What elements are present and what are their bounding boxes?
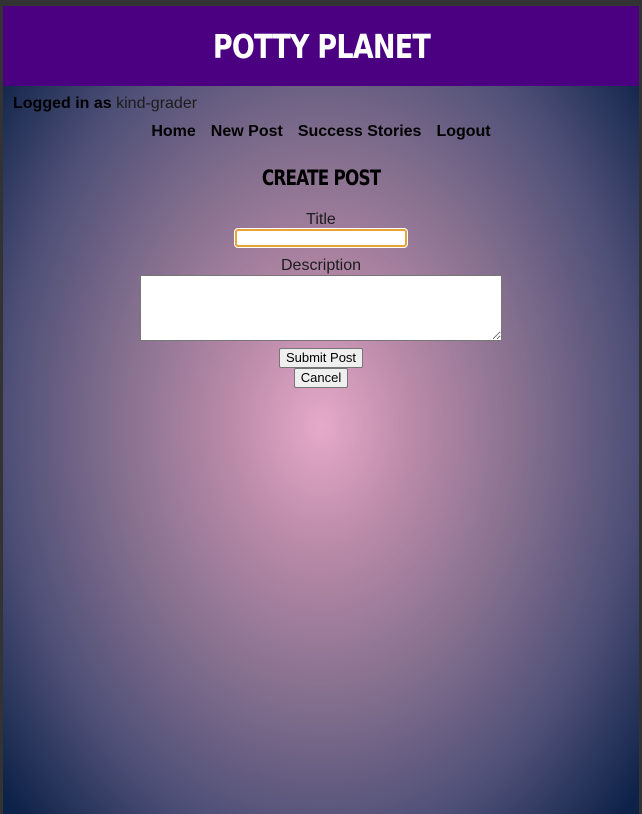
create-post-form: Title Description Submit Post Cancel [3, 210, 639, 388]
page-title-text: Create Post [261, 166, 381, 190]
cancel-button[interactable]: Cancel [293, 367, 349, 388]
site-title: Potty Planet [212, 26, 430, 66]
description-textarea[interactable] [140, 274, 502, 341]
description-label: Description [280, 256, 362, 274]
site-header: Potty Planet [3, 6, 639, 86]
page-title: Create Post [3, 166, 639, 190]
title-label: Title [306, 211, 336, 228]
main-nav: Home New Post Success Stories Logout [3, 123, 639, 141]
title-input[interactable] [234, 228, 408, 248]
submit-post-button[interactable]: Submit Post [278, 347, 364, 368]
nav-new-post-link[interactable]: New Post [211, 123, 283, 141]
logged-in-label: Logged in as [13, 95, 112, 112]
login-status: Logged in as kind-grader [13, 95, 197, 113]
username: kind-grader [116, 95, 198, 112]
page-frame: Potty Planet Logged in as kind-grader Ho… [3, 6, 639, 814]
cancel-row: Cancel [3, 367, 639, 388]
nav-home-link[interactable]: Home [151, 123, 195, 141]
nav-logout-link[interactable]: Logout [436, 123, 490, 141]
submit-row: Submit Post [3, 347, 639, 368]
nav-success-stories-link[interactable]: Success Stories [298, 123, 422, 141]
